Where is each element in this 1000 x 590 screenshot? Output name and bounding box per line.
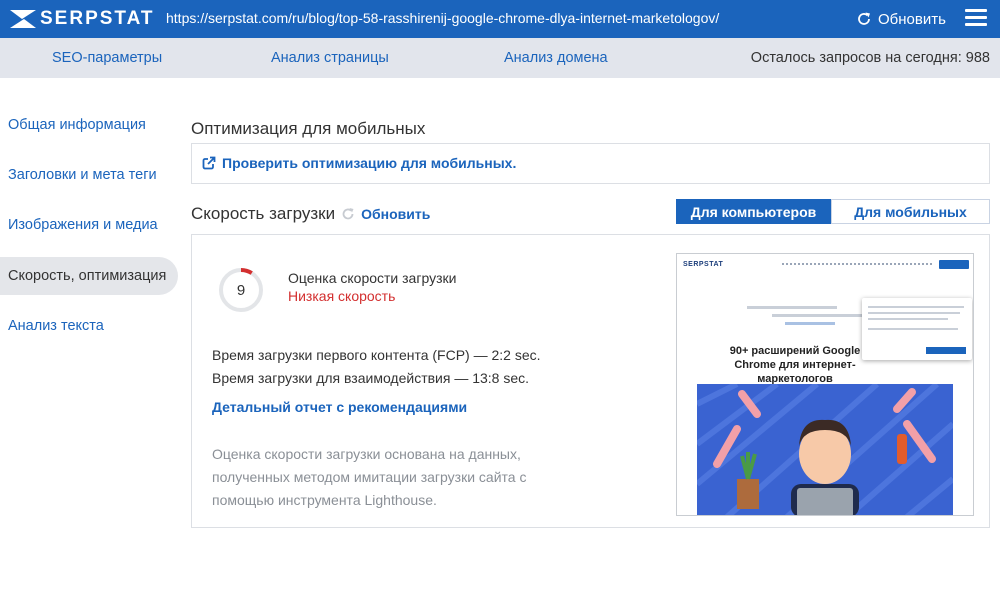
refresh-icon (858, 12, 870, 25)
detailed-report-link[interactable]: Детальный отчет с рекомендациями (212, 399, 467, 415)
tti-metric: Время загрузки для взаимодействия — 13:8… (212, 370, 530, 386)
speed-score-value: 9 (236, 281, 246, 299)
preview-illustration (697, 384, 953, 515)
fcp-metric: Время загрузки первого контента (FCP) — … (212, 347, 541, 363)
speed-results-card: 9 Оценка скорости загрузки Низкая скорос… (191, 234, 990, 528)
preview-cookie-popup (862, 298, 972, 360)
preview-popup-line (868, 328, 958, 330)
speed-refresh-button[interactable]: Обновить (341, 206, 430, 222)
refresh-label: Обновить (878, 10, 946, 28)
toggle-desktop[interactable]: Для компьютеров (676, 199, 831, 224)
preview-headline: 90+ расширений Google Chrome для интерне… (729, 345, 861, 385)
page-screenshot-preview: SERPSTAT 90+ расширений Google Chrome дл… (676, 253, 974, 516)
preview-text-line (747, 306, 837, 309)
lighthouse-note: Оценка скорости загрузки основана на дан… (212, 446, 527, 508)
top-bar: SERPSTAT https://serpstat.com/ru/blog/to… (0, 0, 1000, 38)
tab-page-analysis[interactable]: Анализ страницы (271, 50, 389, 66)
page-url: https://serpstat.com/ru/blog/top-58-rass… (166, 10, 720, 26)
check-mobile-link[interactable]: Проверить оптимизацию для мобильных. (202, 155, 516, 171)
preview-nav (782, 263, 932, 267)
external-link-icon (202, 156, 216, 170)
preview-text-line (785, 322, 835, 325)
refresh-button[interactable]: Обновить (856, 8, 946, 30)
preview-header-button (939, 260, 969, 269)
refresh-icon (342, 208, 354, 220)
speed-section-header: Скорость загрузки Обновить (191, 203, 430, 225)
preview-text-line (772, 314, 862, 317)
check-mobile-label: Проверить оптимизацию для мобильных. (222, 155, 517, 171)
sidebar-item-text-analysis[interactable]: Анализ текста (0, 307, 178, 345)
speed-score-status: Низкая скорость (288, 288, 396, 304)
preview-logo: SERPSTAT (683, 261, 724, 268)
requests-remaining: Осталось запросов на сегодня: 988 (750, 50, 990, 66)
speed-section-title: Скорость загрузки (191, 204, 336, 223)
speed-refresh-label: Обновить (361, 206, 431, 222)
preview-popup-line (868, 306, 964, 308)
speed-score-label: Оценка скорости загрузки (288, 270, 457, 286)
serpstat-logo-icon (10, 10, 36, 28)
preview-popup-line (868, 318, 948, 320)
sidebar-item-headings-meta[interactable]: Заголовки и мета теги (0, 156, 178, 194)
brand-name: SERPSTAT (40, 8, 155, 29)
sidebar-item-general-info[interactable]: Общая информация (0, 106, 178, 144)
sidebar-item-speed-optimization[interactable]: Скорость, оптимизация (0, 257, 178, 295)
tab-seo-parameters[interactable]: SEO-параметры (52, 50, 162, 66)
preview-popup-line (868, 312, 960, 314)
tab-domain-analysis[interactable]: Анализ домена (504, 50, 608, 66)
analysis-tabs-bar: SEO-параметры Анализ страницы Анализ дом… (0, 38, 1000, 78)
toggle-mobile[interactable]: Для мобильных (831, 199, 990, 224)
mobile-check-box: Проверить оптимизацию для мобильных. (191, 143, 990, 184)
hamburger-menu-icon[interactable] (965, 9, 987, 29)
preview-popup-button (926, 347, 966, 354)
mobile-section-title: Оптимизация для мобильных (191, 119, 426, 138)
serpstat-logo[interactable]: SERPSTAT (10, 8, 155, 30)
sidebar-item-images-media[interactable]: Изображения и медиа (0, 206, 178, 244)
